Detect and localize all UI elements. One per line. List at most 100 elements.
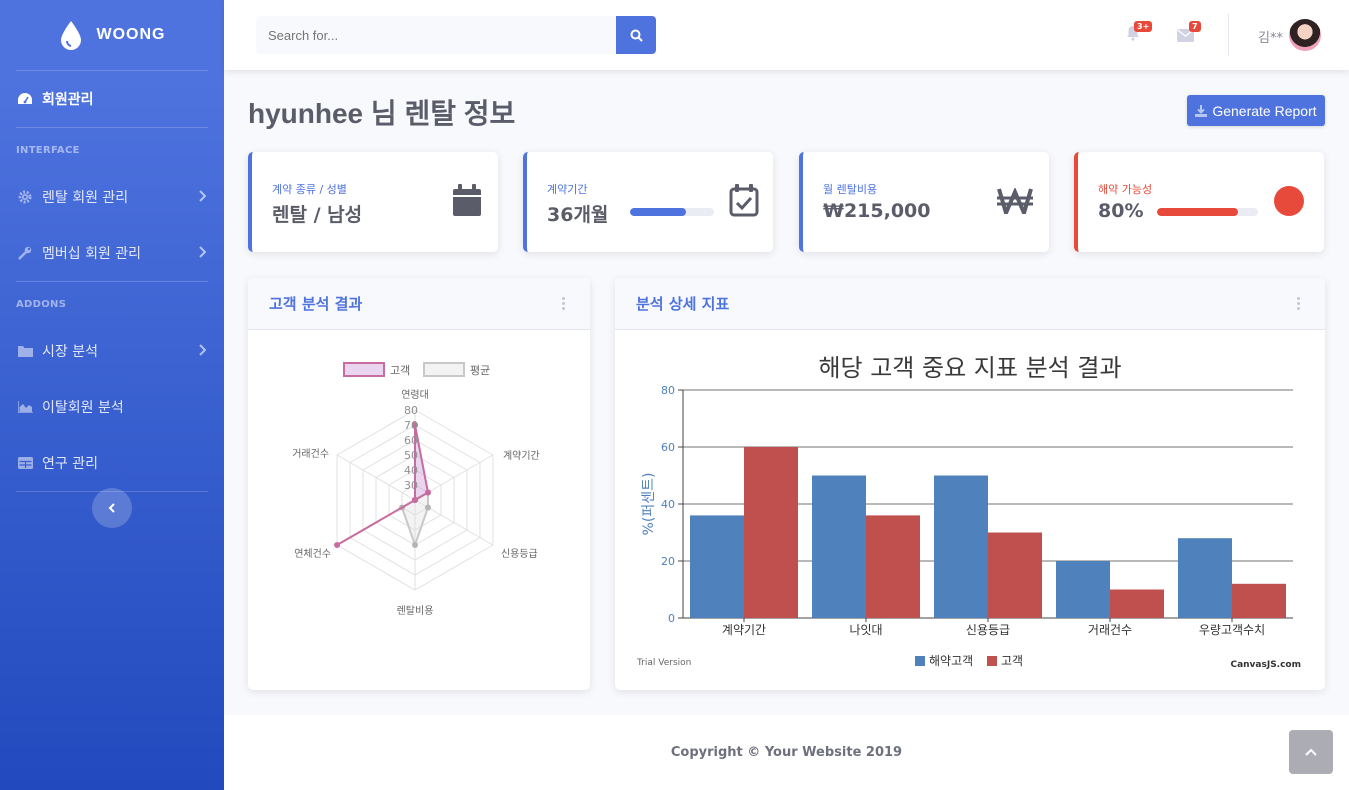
legend-label: 고객 xyxy=(1001,654,1023,668)
legend-label: 평균 xyxy=(470,364,490,377)
sidebar-item-label: 시장 분석 xyxy=(42,344,98,360)
radar-axis-label: 거래건수 xyxy=(292,448,329,460)
legend-label: 고객 xyxy=(390,364,410,377)
x-tick-label: 나잇대 xyxy=(849,623,882,637)
radar-tick-label: 70 xyxy=(404,419,418,432)
progress-fill xyxy=(1157,208,1238,216)
x-tick-label: 계약기간 xyxy=(722,622,766,637)
alerts-dropdown[interactable]: 3+ xyxy=(1126,21,1153,45)
more-options-icon[interactable] xyxy=(562,297,566,312)
radar-tick-label: 30 xyxy=(404,479,418,492)
bar-panel: 분석 상세 지표 해당 고객 중요 지표 분석 결과 0 20 40 60 80 %(퍼센트… xyxy=(615,278,1325,690)
more-options-icon[interactable] xyxy=(1297,297,1301,312)
chevron-up-icon xyxy=(1305,748,1317,756)
sidebar-toggle-button[interactable] xyxy=(92,488,132,528)
radar-tick-label: 50 xyxy=(404,449,418,462)
radar-tick-label: 40 xyxy=(404,464,418,477)
radar-axis-label: 렌탈비용 xyxy=(397,604,434,617)
stat-value: 렌탈 / 남성 xyxy=(272,204,363,226)
calendar-check-icon xyxy=(729,184,759,217)
calendar-icon xyxy=(453,184,481,216)
stat-label: 월 렌탈비용 xyxy=(823,183,878,196)
brand[interactable]: WOONG xyxy=(0,0,224,70)
footer: Copyright © Your Website 2019 xyxy=(224,715,1349,790)
y-tick-label: 60 xyxy=(661,441,675,454)
radar-axis-label: 계약기간 xyxy=(503,450,540,462)
bar xyxy=(866,515,920,618)
cog-icon xyxy=(16,190,34,204)
messages-badge: 7 xyxy=(1189,21,1201,32)
y-tick-label: 0 xyxy=(668,612,675,625)
x-tick-label: 신용등급 xyxy=(966,623,1010,637)
chevron-left-icon xyxy=(108,503,115,513)
sidebar-item-label: 회원관리 xyxy=(42,92,94,108)
scroll-to-top-button[interactable] xyxy=(1289,730,1333,774)
avatar[interactable] xyxy=(1289,19,1321,51)
sidebar-heading-interface: INTERFACE xyxy=(16,145,80,156)
sidebar-item-market-analysis[interactable]: 시장 분석 xyxy=(0,323,224,379)
contract-progress-bar xyxy=(630,208,714,216)
sidebar-item-research[interactable]: 연구 관리 xyxy=(0,435,224,491)
sidebar-item-churn-analysis[interactable]: 이탈회원 분석 xyxy=(0,379,224,435)
alerts-badge: 3+ xyxy=(1134,21,1153,32)
bar xyxy=(1178,538,1232,618)
radar-tick-label: 80 xyxy=(404,404,418,417)
bar xyxy=(1232,583,1286,618)
stat-card-contract-period: 계약기간 36개월 xyxy=(523,152,773,252)
legend-label: 해약고객 xyxy=(929,653,973,668)
bar xyxy=(690,515,744,618)
radar-axis-label: 연령대 xyxy=(401,389,429,401)
sidebar-item-rental-members[interactable]: 렌탈 회원 관리 xyxy=(0,169,224,225)
legend-swatch xyxy=(343,362,385,377)
y-tick-label: 20 xyxy=(661,555,675,568)
legend-swatch xyxy=(915,656,925,666)
chart-title: 해당 고객 중요 지표 분석 결과 xyxy=(818,354,1121,382)
messages-dropdown[interactable]: 7 xyxy=(1177,21,1201,46)
generate-report-label: Generate Report xyxy=(1212,102,1317,119)
x-tick-label: 우량고객수치 xyxy=(1199,623,1265,637)
sidebar-item-label: 연구 관리 xyxy=(42,456,98,472)
search-icon xyxy=(630,29,643,42)
bar-panel-header: 분석 상세 지표 xyxy=(615,278,1325,330)
radar-point xyxy=(412,542,418,548)
bar xyxy=(744,447,798,618)
stat-label: 해약 가능성 xyxy=(1098,183,1153,196)
stat-value: 36개월 xyxy=(547,204,609,226)
radar-axis-label: 신용등급 xyxy=(501,548,538,560)
bar xyxy=(1110,589,1164,618)
bar xyxy=(1056,561,1110,618)
user-name[interactable]: 김** xyxy=(1258,27,1283,46)
page-title: hyunhee 님 렌탈 정보 xyxy=(248,98,516,129)
radar-tick-label: 60 xyxy=(404,434,418,447)
stat-value: ₩215,000 xyxy=(823,200,931,222)
bar xyxy=(934,475,988,618)
search-button[interactable] xyxy=(616,16,656,54)
radar-point xyxy=(412,497,418,503)
generate-report-button[interactable]: Generate Report xyxy=(1187,95,1325,126)
topbar: 3+ 7 김** xyxy=(224,0,1349,70)
sidebar-item-label: 렌탈 회원 관리 xyxy=(42,190,129,206)
sidebar-item-label: 이탈회원 분석 xyxy=(42,400,124,416)
progress-fill xyxy=(630,208,687,216)
radar-panel-header: 고객 분석 결과 xyxy=(248,278,590,330)
trial-version-label: Trial Version xyxy=(636,658,691,668)
sidebar-item-membership-members[interactable]: 멤버십 회원 관리 xyxy=(0,225,224,281)
topbar-divider xyxy=(1228,14,1229,56)
radar-panel: 고객 분석 결과 30 40 50 60 70 80 연령대 계약기간 신용등급 렌탈비용 연체건수… xyxy=(248,278,590,690)
radar-point xyxy=(334,542,341,548)
stat-card-contract-type: 계약 종류 / 성별 렌탈 / 남성 xyxy=(248,152,498,252)
area-chart-icon xyxy=(16,400,34,414)
legend-swatch xyxy=(423,362,465,377)
stat-label: 계약 종류 / 성별 xyxy=(272,183,347,196)
stat-label: 계약기간 xyxy=(547,183,588,196)
sidebar-item-member-management[interactable]: 회원관리 xyxy=(0,71,224,127)
download-icon xyxy=(1195,104,1208,117)
won-icon xyxy=(997,188,1033,214)
radar-point xyxy=(424,489,431,496)
bar-chart: 해당 고객 중요 지표 분석 결과 0 20 40 60 80 %(퍼센트) 계약기간 나잇대 신… xyxy=(636,354,1301,670)
search-input[interactable] xyxy=(256,16,616,54)
y-tick-label: 40 xyxy=(661,498,675,511)
panel-title: 고객 분석 결과 xyxy=(269,295,363,313)
copyright-text: Copyright © Your Website 2019 xyxy=(670,745,903,760)
chevron-right-icon xyxy=(199,190,206,202)
